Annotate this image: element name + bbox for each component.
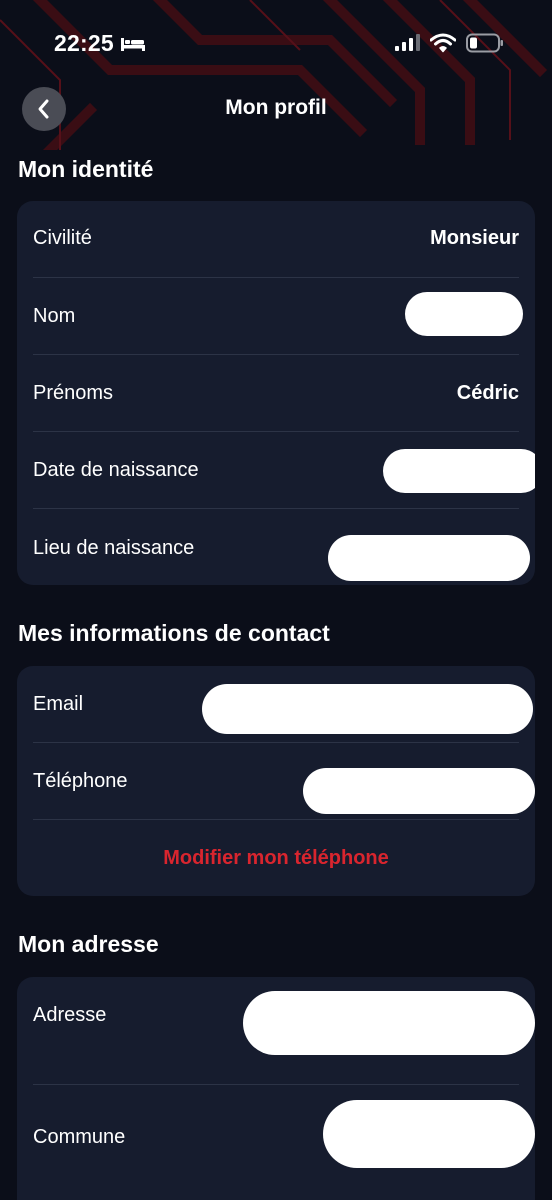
section-title-contact: Mes informations de contact xyxy=(18,620,330,646)
divider xyxy=(33,819,519,820)
redacted-value xyxy=(383,449,535,493)
status-time: 22:25 xyxy=(54,30,114,56)
redacted-value xyxy=(303,768,535,814)
contact-card: Email Téléphone Modifier mon téléphone xyxy=(17,666,535,896)
nav-bar: Mon profil xyxy=(0,84,552,132)
redacted-value xyxy=(328,535,530,581)
identity-card: Civilité Monsieur Nom Prénoms Cédric Dat… xyxy=(17,201,535,585)
row-label: Email xyxy=(33,693,84,715)
row-date-naissance: Date de naissance xyxy=(17,432,535,509)
status-time-group: 22:25 xyxy=(54,30,146,57)
bed-icon xyxy=(120,37,145,51)
row-nom: Nom xyxy=(17,278,535,355)
redacted-value xyxy=(243,991,535,1055)
profile-screen: 22:25 Mon profil Mon identité Civilité M… xyxy=(0,0,552,1200)
status-icons xyxy=(394,33,504,53)
battery-icon xyxy=(466,33,503,53)
row-label: Date de naissance xyxy=(33,459,199,481)
row-lieu-naissance: Lieu de naissance xyxy=(17,509,535,585)
wifi-icon xyxy=(430,33,456,53)
redacted-value xyxy=(202,684,533,734)
modify-phone-button[interactable]: Modifier mon téléphone xyxy=(17,847,535,870)
section-title-identity: Mon identité xyxy=(18,156,154,182)
address-card: Adresse Commune xyxy=(17,977,535,1200)
redacted-value xyxy=(405,292,523,336)
row-telephone: Téléphone xyxy=(17,743,535,820)
row-value: Cédric xyxy=(456,382,519,404)
section-title-address: Mon adresse xyxy=(18,931,159,957)
row-label: Lieu de naissance xyxy=(33,537,195,559)
row-label: Commune xyxy=(33,1126,126,1148)
row-label: Prénoms xyxy=(33,382,114,404)
cellular-signal-icon xyxy=(395,34,420,51)
row-civilite: Civilité Monsieur xyxy=(17,201,535,278)
row-adresse: Adresse xyxy=(17,977,535,1085)
page-title: Mon profil xyxy=(225,96,327,119)
row-commune: Commune xyxy=(17,1085,535,1200)
status-bar: 22:25 xyxy=(0,0,552,90)
row-label: Nom xyxy=(33,305,76,327)
row-label: Civilité xyxy=(33,227,92,249)
row-email: Email xyxy=(17,666,535,743)
row-label: Téléphone xyxy=(33,770,128,792)
redacted-value xyxy=(323,1100,535,1168)
row-prenoms: Prénoms Cédric xyxy=(17,355,535,432)
row-value: Monsieur xyxy=(430,227,519,249)
row-label: Adresse xyxy=(33,1004,107,1026)
